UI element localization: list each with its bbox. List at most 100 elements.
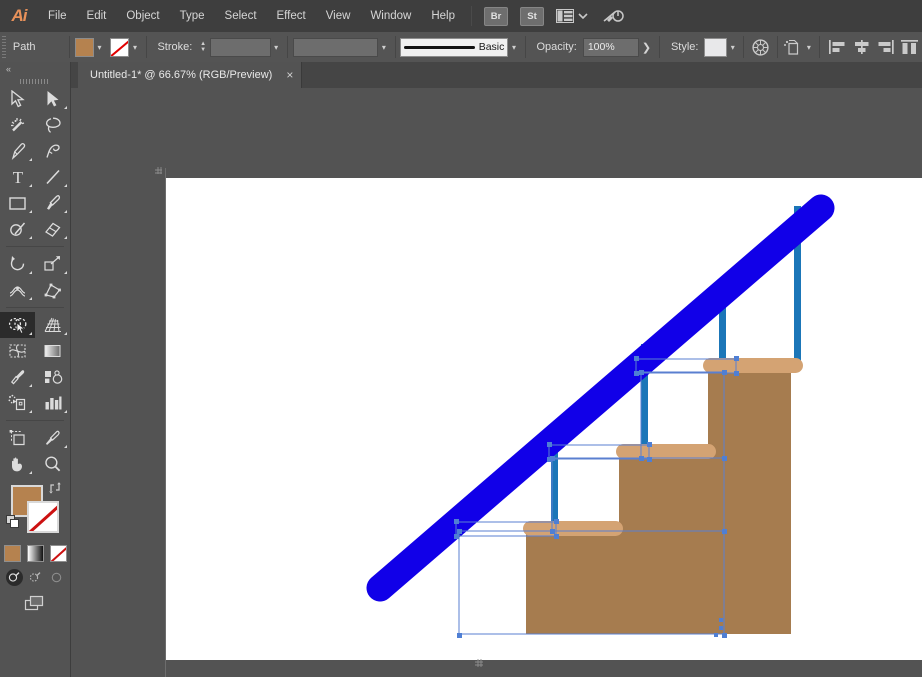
selection-tool[interactable] bbox=[0, 86, 35, 112]
opacity-expand-arrow-icon[interactable]: ❯ bbox=[639, 41, 654, 54]
control-divider-3 bbox=[286, 36, 288, 58]
toolbar-stroke-swatch[interactable] bbox=[27, 501, 59, 533]
document-tab[interactable]: Untitled-1* @ 66.67% (RGB/Preview) × bbox=[78, 62, 303, 88]
stroke-weight-chevron-down-icon[interactable]: ▾ bbox=[271, 39, 282, 56]
scale-tool[interactable] bbox=[35, 251, 70, 277]
tool-flyout-indicator bbox=[29, 297, 32, 300]
transform-chevron-down-icon[interactable]: ▾ bbox=[803, 39, 814, 56]
draw-behind-icon[interactable] bbox=[27, 569, 44, 586]
free-transform-tool[interactable] bbox=[35, 277, 70, 303]
chevron-down-icon[interactable] bbox=[578, 12, 588, 20]
document-canvas[interactable] bbox=[71, 88, 922, 677]
workspace-switcher-icon[interactable] bbox=[602, 7, 624, 25]
stroke-weight-stepper[interactable]: ▲ ▼ bbox=[198, 39, 208, 56]
menu-effect[interactable]: Effect bbox=[267, 0, 316, 32]
menu-view[interactable]: View bbox=[316, 0, 361, 32]
document-tab-bar: Untitled-1* @ 66.67% (RGB/Preview) × bbox=[0, 62, 922, 88]
rectangle-tool[interactable] bbox=[0, 190, 35, 216]
shape-builder-tool[interactable] bbox=[0, 312, 35, 338]
tool-flyout-indicator bbox=[29, 410, 32, 413]
swap-fill-stroke-icon[interactable] bbox=[48, 481, 62, 497]
stock-button[interactable]: St bbox=[520, 6, 544, 26]
distribute-objects-icon[interactable] bbox=[898, 39, 922, 55]
stroke-color-swatch[interactable] bbox=[110, 37, 130, 57]
stroke-swatch-chevron-down-icon[interactable]: ▾ bbox=[129, 39, 140, 56]
opacity-input[interactable]: 100% bbox=[582, 37, 639, 57]
menu-window[interactable]: Window bbox=[360, 0, 421, 32]
width-tool[interactable] bbox=[0, 277, 35, 303]
menu-object[interactable]: Object bbox=[116, 0, 169, 32]
align-right-icon[interactable] bbox=[874, 39, 898, 55]
mesh-tool[interactable] bbox=[0, 338, 35, 364]
artwork-staircase[interactable] bbox=[166, 178, 922, 660]
transform-options-icon[interactable] bbox=[783, 39, 804, 56]
gradient-icon[interactable] bbox=[26, 545, 44, 562]
blend-tool[interactable] bbox=[35, 364, 70, 390]
menu-type[interactable]: Type bbox=[170, 0, 215, 32]
fill-stroke-indicator bbox=[0, 481, 70, 543]
paintbrush-tool[interactable] bbox=[35, 190, 70, 216]
control-bar-gripper[interactable] bbox=[0, 32, 7, 62]
type-tool[interactable]: T bbox=[0, 164, 35, 190]
artboard-status-marker bbox=[475, 659, 486, 672]
variable-width-profile-select[interactable] bbox=[292, 37, 379, 57]
lasso-tool[interactable] bbox=[35, 112, 70, 138]
tools-grid: T bbox=[0, 86, 70, 477]
illustrator-logo-icon: Ai bbox=[11, 6, 28, 25]
tools-panel-gripper[interactable] bbox=[0, 76, 70, 86]
perspective-grid-tool[interactable] bbox=[35, 312, 70, 338]
artboard-tool[interactable] bbox=[0, 425, 35, 451]
pen-tool[interactable] bbox=[0, 138, 35, 164]
control-divider-8 bbox=[776, 36, 778, 58]
bridge-button[interactable]: Br bbox=[484, 6, 508, 26]
tool-flyout-indicator bbox=[64, 410, 67, 413]
eyedropper-tool[interactable] bbox=[0, 364, 35, 390]
tool-flyout-indicator bbox=[29, 271, 32, 274]
align-horizontal-center-icon[interactable] bbox=[850, 39, 874, 55]
line-segment-tool[interactable] bbox=[35, 164, 70, 190]
close-icon[interactable]: × bbox=[286, 69, 293, 81]
direct-selection-tool[interactable] bbox=[35, 86, 70, 112]
color-swatch-icon[interactable] bbox=[3, 545, 21, 562]
none-icon[interactable] bbox=[49, 545, 67, 562]
menu-file[interactable]: File bbox=[38, 0, 77, 32]
style-chevron-down-icon[interactable]: ▾ bbox=[727, 39, 738, 56]
symbol-sprayer-tool[interactable] bbox=[0, 390, 35, 416]
default-fill-stroke-icon[interactable] bbox=[6, 515, 20, 534]
draw-normal-icon[interactable] bbox=[5, 569, 23, 586]
brush-chevron-down-icon[interactable]: ▾ bbox=[508, 39, 519, 56]
hand-tool[interactable] bbox=[0, 451, 35, 477]
fill-color-swatch[interactable] bbox=[74, 37, 94, 57]
arrange-documents-icon[interactable] bbox=[556, 9, 574, 23]
recolor-artwork-icon[interactable] bbox=[749, 38, 771, 56]
rotate-tool[interactable] bbox=[0, 251, 35, 277]
curvature-tool[interactable] bbox=[35, 138, 70, 164]
nosing-2 bbox=[616, 444, 716, 459]
tools-divider-2 bbox=[0, 303, 70, 312]
brush-definition-label: Basic bbox=[478, 41, 505, 53]
width-profile-chevron-down-icon[interactable]: ▾ bbox=[378, 39, 389, 56]
opacity-label: Opacity: bbox=[536, 41, 577, 53]
shaper-tool[interactable] bbox=[0, 216, 35, 242]
magic-wand-tool[interactable] bbox=[0, 112, 35, 138]
draw-inside-icon[interactable] bbox=[48, 569, 65, 586]
nosing-1 bbox=[523, 521, 623, 536]
menu-select[interactable]: Select bbox=[215, 0, 267, 32]
nosing-3 bbox=[703, 358, 803, 373]
align-left-icon[interactable] bbox=[825, 39, 849, 55]
gradient-tool[interactable] bbox=[35, 338, 70, 364]
fill-swatch-chevron-down-icon[interactable]: ▾ bbox=[94, 39, 105, 56]
tool-flyout-indicator bbox=[64, 236, 67, 239]
zoom-tool[interactable] bbox=[35, 451, 70, 477]
collapse-panel-button[interactable]: « bbox=[0, 62, 70, 76]
column-graph-tool[interactable] bbox=[35, 390, 70, 416]
stroke-weight-input[interactable] bbox=[209, 37, 271, 57]
eraser-tool[interactable] bbox=[35, 216, 70, 242]
menu-help[interactable]: Help bbox=[421, 0, 465, 32]
tool-flyout-indicator bbox=[29, 384, 32, 387]
menu-edit[interactable]: Edit bbox=[77, 0, 117, 32]
brush-definition-select[interactable]: Basic bbox=[400, 37, 509, 57]
graphic-style-swatch[interactable] bbox=[704, 37, 728, 57]
change-screen-mode-icon[interactable] bbox=[24, 595, 46, 618]
slice-tool[interactable] bbox=[35, 425, 70, 451]
